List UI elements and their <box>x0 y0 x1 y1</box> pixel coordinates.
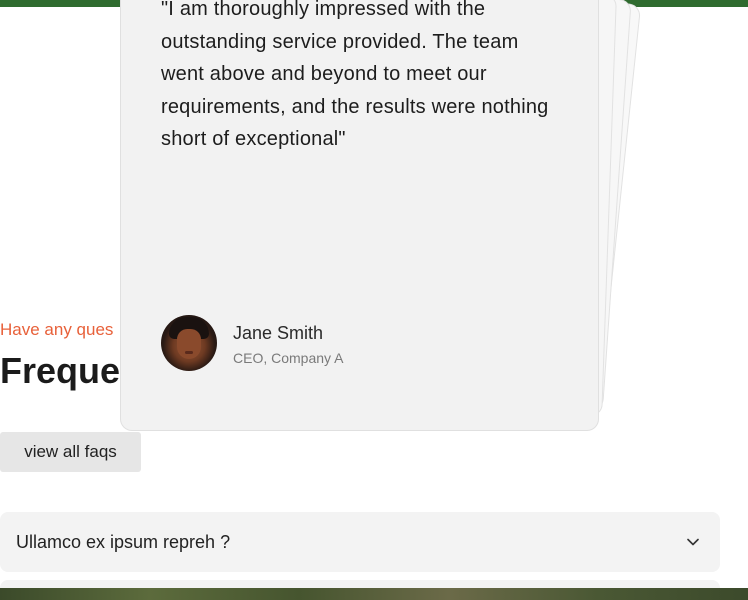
footer-background-image <box>0 588 748 600</box>
faq-eyebrow: Have any ques <box>0 320 114 339</box>
avatar <box>161 315 217 371</box>
faq-heading: Freque <box>0 350 121 391</box>
chevron-down-icon[interactable] <box>686 535 700 549</box>
testimonial-quote: "I am thoroughly impressed with the outs… <box>161 0 549 150</box>
faq-question: Ullamco ex ipsum repreh ? <box>16 531 231 552</box>
faq-item[interactable]: Ullamco ex ipsum repreh ? <box>0 512 720 572</box>
testimonial-card[interactable]: "I am thoroughly impressed with the outs… <box>120 0 599 431</box>
author-name: Jane Smith <box>233 323 324 343</box>
view-all-faqs-button[interactable]: view all faqs <box>0 432 141 472</box>
author-role: CEO, Company A <box>233 350 344 366</box>
